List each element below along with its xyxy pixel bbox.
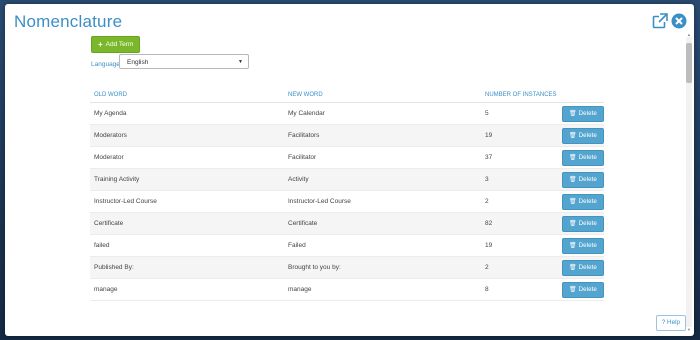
old-word-cell: Instructor-Led Course: [90, 190, 284, 213]
trash-icon: 🗑: [569, 221, 577, 227]
language-selected-value: English: [127, 59, 149, 66]
add-term-label: Add Term: [105, 41, 134, 48]
trash-icon: 🗑: [569, 155, 577, 161]
help-label: Help: [667, 319, 680, 326]
trash-icon: 🗑: [569, 265, 577, 271]
delete-button[interactable]: 🗑 Delete: [562, 105, 604, 122]
new-word-cell: Facilitators: [284, 124, 481, 147]
instances-cell: 19: [481, 234, 561, 257]
instances-cell: 5: [481, 102, 561, 125]
table-row: Training Activity Activity 3 🗑 Delete: [90, 168, 604, 191]
actions-cell: 🗑 Delete: [561, 102, 604, 125]
delete-button[interactable]: 🗑 Delete: [562, 237, 604, 254]
table-row: My Agenda My Calendar 5 🗑 Delete: [90, 102, 604, 125]
table-body: My Agenda My Calendar 5 🗑 Delete Moderators Fa…: [90, 102, 604, 301]
instances-cell: 19: [481, 124, 561, 147]
delete-label: Delete: [578, 154, 597, 161]
header-number-of-instances: NUMBER OF INSTANCES: [481, 88, 561, 103]
old-word-cell: Published By:: [90, 256, 284, 279]
new-word-cell: Instructor-Led Course: [284, 190, 481, 213]
actions-cell: 🗑 Delete: [561, 146, 604, 169]
instances-cell: 2: [481, 256, 561, 279]
delete-label: Delete: [578, 264, 597, 271]
actions-cell: 🗑 Delete: [561, 124, 604, 147]
delete-label: Delete: [578, 176, 597, 183]
instances-cell: 3: [481, 168, 561, 191]
instances-cell: 82: [481, 212, 561, 235]
modal-title: Nomenclature: [14, 12, 123, 31]
delete-label: Delete: [578, 220, 597, 227]
delete-button[interactable]: 🗑 Delete: [562, 193, 604, 210]
table-row: Certificate Certificate 82 🗑 Delete: [90, 212, 604, 235]
add-term-button[interactable]: + Add Term: [91, 36, 141, 53]
plus-icon: +: [98, 40, 103, 49]
instances-cell: 8: [481, 278, 561, 301]
new-word-cell: Brought to you by:: [284, 256, 481, 279]
instances-cell: 2: [481, 190, 561, 213]
actions-cell: 🗑 Delete: [561, 168, 604, 191]
old-word-cell: Moderators: [90, 124, 284, 147]
delete-label: Delete: [578, 242, 597, 249]
actions-cell: 🗑 Delete: [561, 234, 604, 257]
help-icon: ?: [661, 319, 666, 326]
old-word-cell: Training Activity: [90, 168, 284, 191]
help-button[interactable]: ? Help: [655, 315, 686, 331]
table-row: failed Failed 19 🗑 Delete: [90, 234, 604, 257]
language-select[interactable]: English ▼: [119, 54, 249, 69]
delete-label: Delete: [578, 286, 597, 293]
table-row: Moderators Facilitators 19 🗑 Delete: [90, 124, 604, 147]
header-old-word: OLD WORD: [90, 88, 284, 103]
scrollbar-thumb[interactable]: [686, 43, 692, 83]
delete-button[interactable]: 🗑 Delete: [562, 149, 604, 166]
old-word-cell: failed: [90, 234, 284, 257]
table-row: Published By: Brought to you by: 2 🗑 Delete: [90, 256, 604, 279]
trash-icon: 🗑: [569, 133, 577, 139]
new-word-cell: Certificate: [284, 212, 481, 235]
close-icon[interactable]: [671, 13, 687, 29]
nomenclature-table: OLD WORD NEW WORD NUMBER OF INSTANCES My…: [90, 88, 604, 301]
instances-cell: 37: [481, 146, 561, 169]
table-row: Instructor-Led Course Instructor-Led Cour…: [90, 190, 604, 213]
new-word-cell: My Calendar: [284, 102, 481, 125]
table-row: manage manage 8 🗑 Delete: [90, 278, 604, 301]
actions-cell: 🗑 Delete: [561, 256, 604, 279]
language-label: Language: [91, 61, 120, 68]
new-word-cell: manage: [284, 278, 481, 301]
old-word-cell: My Agenda: [90, 102, 284, 125]
modal-header-icons: [652, 13, 687, 29]
trash-icon: 🗑: [569, 199, 577, 205]
delete-button[interactable]: 🗑 Delete: [562, 259, 604, 276]
old-word-cell: Moderator: [90, 146, 284, 169]
trash-icon: 🗑: [569, 177, 577, 183]
scroll-down-arrow-icon[interactable]: ▼: [686, 327, 692, 332]
delete-button[interactable]: 🗑 Delete: [562, 171, 604, 188]
header-new-word: NEW WORD: [284, 88, 481, 103]
actions-cell: 🗑 Delete: [561, 212, 604, 235]
delete-label: Delete: [578, 198, 597, 205]
trash-icon: 🗑: [569, 111, 577, 117]
open-external-icon[interactable]: [652, 13, 668, 29]
delete-button[interactable]: 🗑 Delete: [562, 215, 604, 232]
table-header-row: OLD WORD NEW WORD NUMBER OF INSTANCES: [90, 88, 604, 103]
delete-label: Delete: [578, 132, 597, 139]
new-word-cell: Facilitator: [284, 146, 481, 169]
trash-icon: 🗑: [569, 287, 577, 293]
new-word-cell: Failed: [284, 234, 481, 257]
new-word-cell: Activity: [284, 168, 481, 191]
nomenclature-modal: Nomenclature + Add Term Language English…: [5, 4, 694, 336]
actions-cell: 🗑 Delete: [561, 278, 604, 301]
scrollbar[interactable]: [686, 37, 692, 327]
table-row: Moderator Facilitator 37 🗑 Delete: [90, 146, 604, 169]
old-word-cell: manage: [90, 278, 284, 301]
chevron-down-icon: ▼: [238, 59, 243, 65]
header-actions: [561, 88, 604, 103]
delete-button[interactable]: 🗑 Delete: [562, 281, 604, 298]
trash-icon: 🗑: [569, 243, 577, 249]
delete-button[interactable]: 🗑 Delete: [562, 127, 604, 144]
old-word-cell: Certificate: [90, 212, 284, 235]
delete-label: Delete: [578, 110, 597, 117]
actions-cell: 🗑 Delete: [561, 190, 604, 213]
